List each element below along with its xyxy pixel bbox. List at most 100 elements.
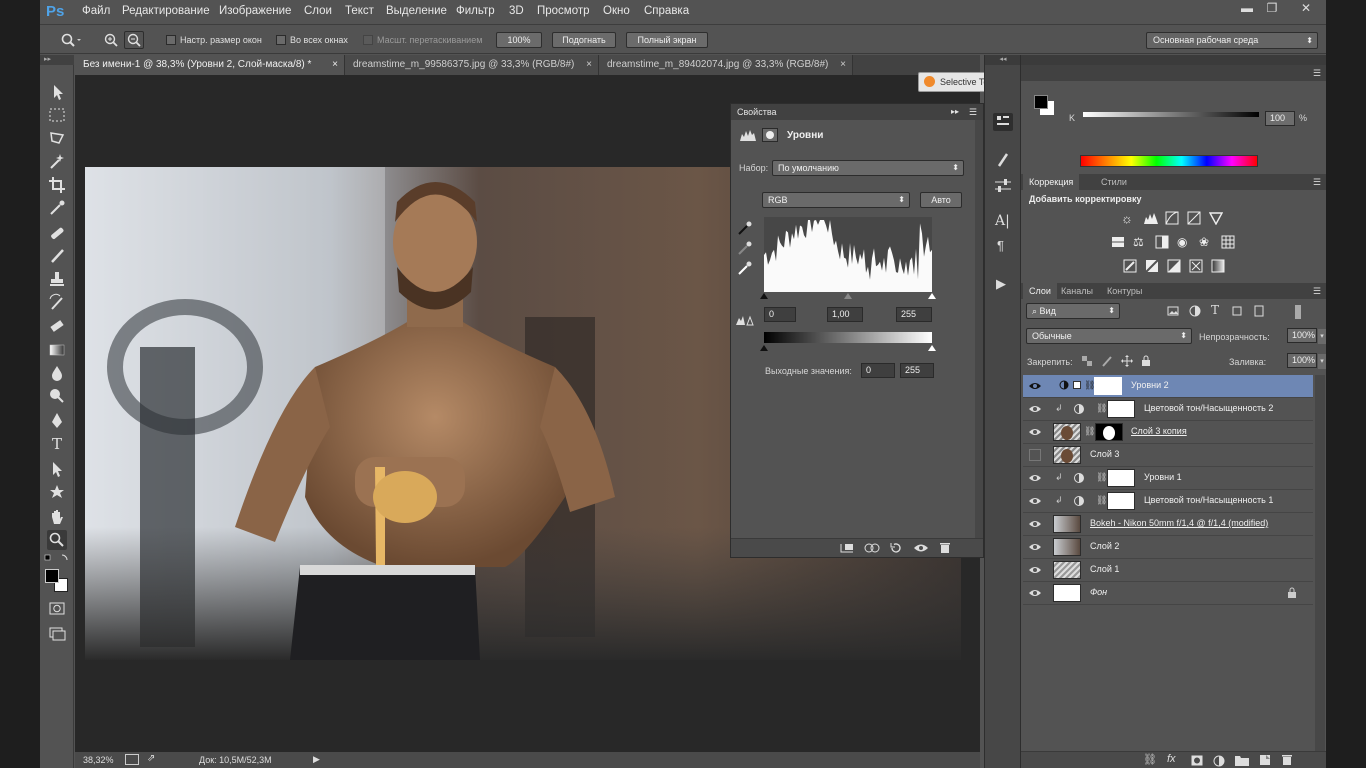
brightness-contrast-icon[interactable]: ☼ (1121, 211, 1133, 226)
tab-document-89402074[interactable]: dreamstime_m_89402074.jpg @ 33,3% (RGB/8… (599, 55, 853, 75)
status-menu-arrow-icon[interactable]: ▶ (313, 754, 320, 765)
tab-styles[interactable]: Стили (1095, 174, 1133, 190)
resize-windows-checkbox[interactable] (166, 35, 176, 45)
curves-icon[interactable] (1165, 211, 1179, 225)
smart-object-filter-icon[interactable] (1253, 305, 1265, 317)
lock-transparent-icon[interactable] (1081, 355, 1093, 367)
white-point-eyedropper-icon[interactable] (737, 260, 753, 276)
panel-menu-icon[interactable]: ☰ (1313, 174, 1321, 190)
output-black-field[interactable]: 0 (861, 363, 895, 378)
hue-saturation-icon[interactable] (1111, 235, 1125, 249)
vibrance-icon[interactable] (1209, 211, 1223, 225)
white-output-handle[interactable] (928, 345, 936, 351)
add-mask-icon[interactable] (1191, 755, 1203, 766)
paragraph-panel-icon[interactable]: ¶ (997, 238, 1015, 256)
input-slider[interactable] (760, 292, 936, 300)
lock-position-icon[interactable] (1121, 355, 1133, 367)
swap-colors-icon[interactable] (44, 553, 70, 565)
gray-point-eyedropper-icon[interactable] (737, 240, 753, 256)
screen-mode-icon[interactable] (47, 623, 67, 643)
panel-menu-icon[interactable]: ☰ (969, 104, 977, 120)
color-fg-swatch[interactable] (1034, 95, 1048, 109)
zoom-100-button[interactable]: 100% (496, 32, 542, 48)
visibility-empty-box[interactable] (1029, 449, 1041, 461)
tab-correction[interactable]: Коррекция (1023, 174, 1080, 190)
layer-mask-thumbnail[interactable] (1095, 423, 1123, 441)
fill-field[interactable]: 100% (1287, 353, 1317, 368)
layer-row[interactable]: Фон (1023, 582, 1313, 605)
menu-3d[interactable]: 3D (509, 5, 524, 17)
layer-mask-icon[interactable] (762, 128, 778, 142)
properties-strip-icon[interactable] (993, 113, 1013, 131)
reset-icon[interactable] (889, 542, 903, 554)
black-input-handle[interactable] (760, 293, 768, 299)
layer-row[interactable]: ↲ ⛓ Уровни 1 (1023, 467, 1313, 490)
brush-tool-icon[interactable] (47, 246, 67, 266)
layer-thumbnail[interactable] (1053, 423, 1081, 441)
custom-shape-tool-icon[interactable] (47, 482, 67, 502)
layer-mask-thumbnail[interactable] (1107, 400, 1135, 418)
opacity-field[interactable]: 100% (1287, 328, 1317, 343)
character-panel-icon[interactable]: A| (995, 213, 1013, 231)
menu-edit[interactable]: Редактирование (122, 5, 210, 17)
layer-thumbnail[interactable] (1053, 538, 1081, 556)
channel-mixer-icon[interactable]: ❀ (1199, 235, 1209, 249)
share-icon[interactable]: ⇗ (147, 753, 155, 764)
pen-tool-icon[interactable] (47, 411, 67, 431)
visibility-eye-icon[interactable] (1029, 427, 1041, 437)
visibility-eye-icon[interactable] (1029, 542, 1041, 552)
sliders-icon[interactable] (993, 177, 1013, 195)
menu-select[interactable]: Выделение (386, 5, 447, 17)
properties-scrollbar[interactable] (975, 120, 983, 538)
close-icon[interactable]: × (840, 55, 846, 75)
gradient-tool-icon[interactable] (47, 340, 67, 360)
layer-row[interactable]: Bokeh - Nikon 50mm f/1,4 @ f/1,4 (modifi… (1023, 513, 1313, 536)
auto-button[interactable]: Авто (920, 192, 962, 208)
visibility-eye-icon[interactable] (1029, 519, 1041, 529)
layer-thumbnail[interactable] (1053, 446, 1081, 464)
close-window-button[interactable]: ✕ (1288, 0, 1324, 18)
lock-all-icon[interactable] (1141, 355, 1151, 367)
menu-text[interactable]: Текст (345, 5, 374, 17)
menu-view[interactable]: Просмотр (537, 5, 590, 17)
strip-grip[interactable]: ◂◂ (985, 55, 1021, 65)
healing-brush-tool-icon[interactable] (47, 223, 67, 243)
delete-icon[interactable] (939, 542, 951, 554)
fit-screen-button[interactable]: Подогнать (552, 32, 616, 48)
layer-mask-thumbnail[interactable] (1107, 492, 1135, 510)
threshold-icon[interactable] (1167, 259, 1181, 273)
panel-menu-icon[interactable]: ☰ (1313, 65, 1321, 81)
hand-tool-icon[interactable] (47, 507, 67, 527)
tab-document-99586375[interactable]: dreamstime_m_99586375.jpg @ 33,3% (RGB/8… (345, 55, 599, 75)
exposure-icon[interactable] (1187, 211, 1201, 225)
adjustment-filter-icon[interactable] (1189, 305, 1201, 317)
path-selection-tool-icon[interactable] (47, 459, 67, 479)
tab-layers[interactable]: Слои (1023, 283, 1057, 299)
close-icon[interactable]: × (586, 55, 592, 75)
layer-row[interactable]: Слой 1 (1023, 559, 1313, 582)
zoom-out-icon[interactable] (124, 31, 144, 49)
clip-to-layer-icon[interactable] (839, 542, 855, 554)
eyedropper-tool-icon[interactable] (47, 198, 67, 218)
fill-screen-button[interactable]: Полный экран (626, 32, 708, 48)
lock-pixels-icon[interactable] (1101, 355, 1113, 367)
link-layers-icon[interactable]: ⛓ (1143, 753, 1157, 766)
menu-window[interactable]: Окно (603, 5, 630, 17)
layer-thumbnail[interactable] (1053, 584, 1081, 602)
move-tool-icon[interactable] (47, 82, 67, 102)
layers-scrollbar[interactable] (1315, 375, 1325, 757)
history-brush-tool-icon[interactable] (47, 293, 67, 313)
visibility-eye-icon[interactable] (1029, 381, 1041, 391)
layer-row[interactable]: Слой 3 (1023, 444, 1313, 467)
menu-filter[interactable]: Фильтр (456, 5, 495, 17)
menu-file[interactable]: Файл (82, 5, 110, 17)
black-point-eyedropper-icon[interactable] (737, 220, 753, 236)
layer-filter-select[interactable]: ⌕ Вид ⬍ (1026, 303, 1120, 319)
new-layer-icon[interactable] (1259, 754, 1271, 766)
white-input-handle[interactable] (928, 293, 936, 299)
link-icon[interactable]: ⛓ (1084, 426, 1095, 437)
layer-style-fx-icon[interactable]: fx (1167, 753, 1176, 765)
dock-grip[interactable] (1021, 55, 1326, 65)
pixel-filter-icon[interactable] (1167, 305, 1179, 317)
menu-help[interactable]: Справка (644, 5, 689, 17)
